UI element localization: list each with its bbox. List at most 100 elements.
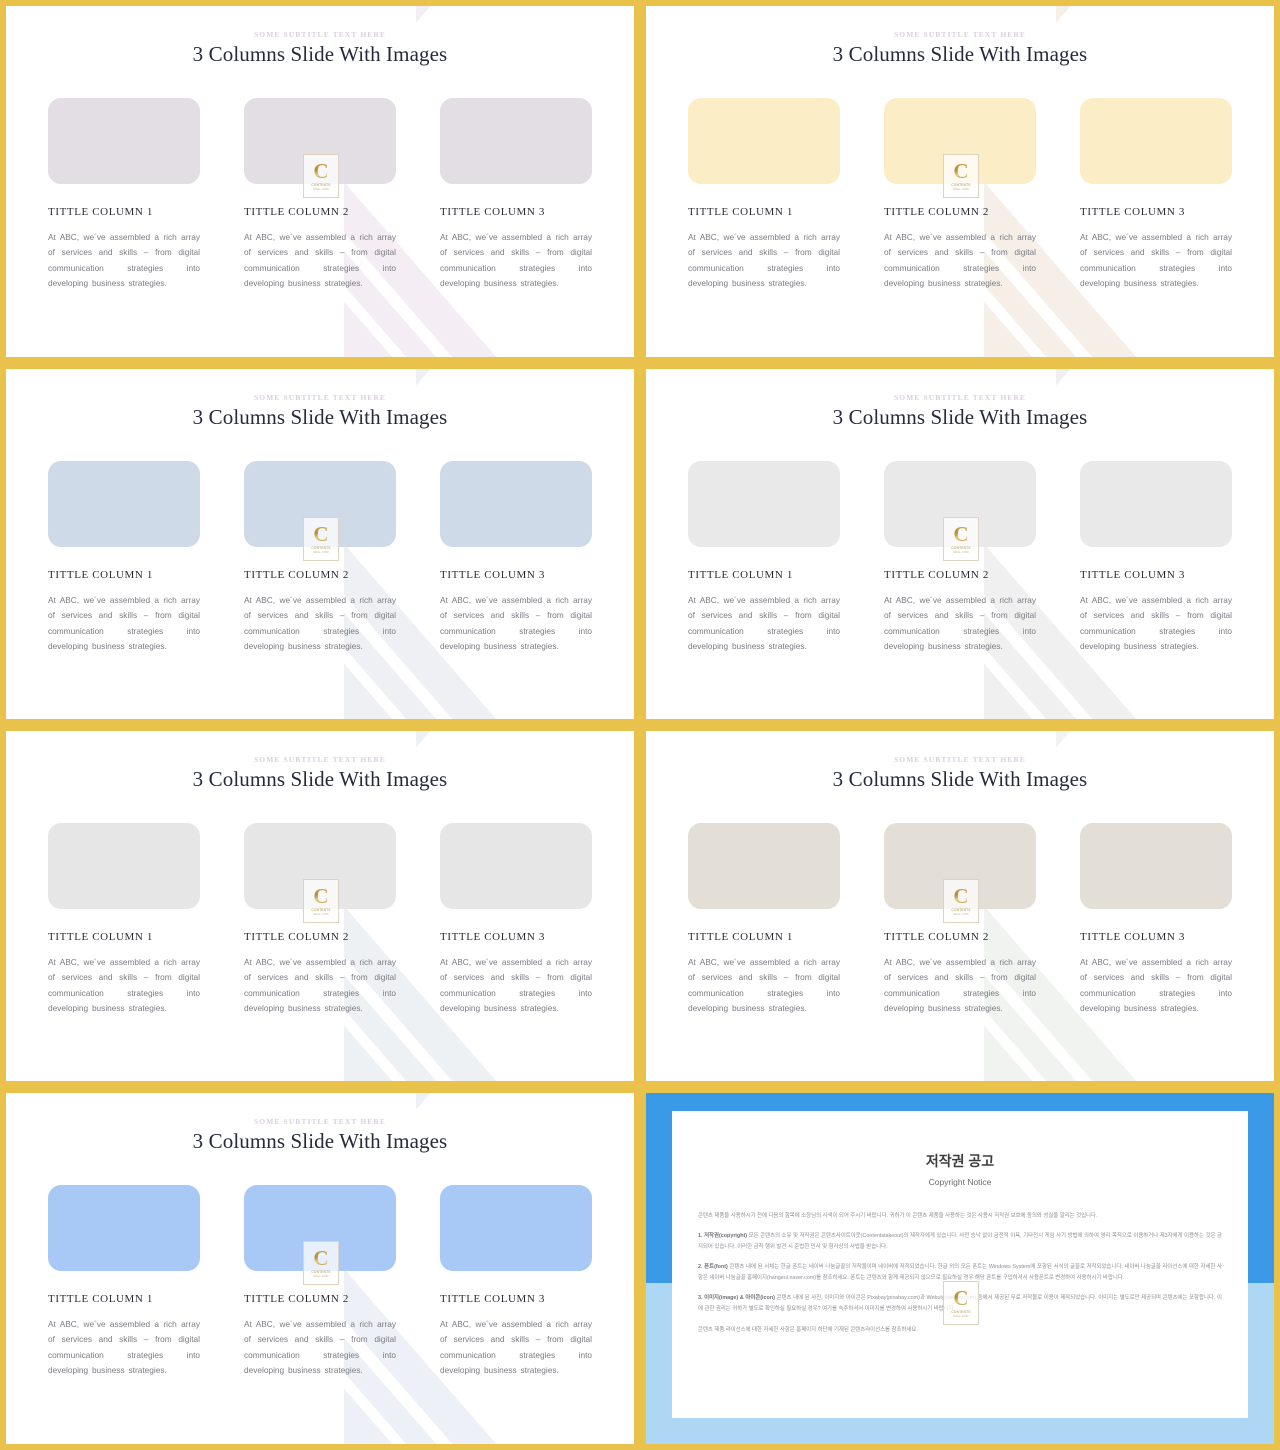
- slide-deck-grid: SOME SUBTITLE TEXT HERE 3 Columns Slide …: [0, 0, 1280, 1450]
- image-placeholder-2[interactable]: [244, 461, 396, 547]
- image-placeholder-3[interactable]: [1080, 98, 1232, 184]
- copyright-paragraph: 3. 이미지(image) & 아이콘(icon) 콘텐츠 내에 된 사진, 이…: [698, 1295, 1222, 1313]
- copyright-paragraph: 1. 저작권(copyright) 모든 콘텐츠의 소유 및 저작권은 콘텐츠사…: [698, 1233, 1222, 1251]
- copyright-notice-slide[interactable]: 저작권 공고 Copyright Notice 콘텐츠 제품을 사용하시기 전에…: [640, 1087, 1280, 1450]
- column-title-1: TITTLE COLUMN 1: [48, 569, 153, 581]
- column-body-2: At ABC, we´ve assembled a rich array of …: [244, 595, 396, 652]
- slide-title: 3 Columns Slide With Images: [832, 767, 1088, 791]
- slide-subtitle: SOME SUBTITLE TEXT HERE: [894, 30, 1026, 39]
- column-body-3: At ABC, we´ve assembled a rich array of …: [1080, 595, 1232, 652]
- column-1: TITTLE COLUMN 1 At ABC, we´ve assembled …: [688, 461, 840, 654]
- copyright-paragraph: 2. 폰트(font) 콘텐츠 내에 된 서체는 한글 폰트는 네이버 나눔글꼴…: [698, 1264, 1222, 1282]
- image-placeholder-1[interactable]: [48, 823, 200, 909]
- column-body-2: At ABC, we´ve assembled a rich array of …: [884, 957, 1036, 1014]
- slide-subtitle: SOME SUBTITLE TEXT HERE: [254, 1117, 386, 1126]
- column-title-2: TITTLE COLUMN 2: [884, 569, 989, 581]
- slide-subtitle: SOME SUBTITLE TEXT HERE: [894, 393, 1026, 402]
- column-body-2: At ABC, we´ve assembled a rich array of …: [884, 595, 1036, 652]
- slide-title: 3 Columns Slide With Images: [192, 405, 448, 429]
- column-1: TITTLE COLUMN 1 At ABC, we´ve assembled …: [48, 1185, 200, 1378]
- column-title-3: TITTLE COLUMN 3: [1080, 569, 1185, 581]
- slide-7[interactable]: SOME SUBTITLE TEXT HERE 3 Columns Slide …: [0, 1087, 640, 1450]
- column-1: TITTLE COLUMN 1 At ABC, we´ve assembled …: [688, 98, 840, 291]
- column-2: TITTLE COLUMN 2 At ABC, we´ve assembled …: [244, 461, 396, 654]
- column-body-1: At ABC, we´ve assembled a rich array of …: [688, 957, 840, 1014]
- image-placeholder-3[interactable]: [1080, 823, 1232, 909]
- image-placeholder-3[interactable]: [440, 98, 592, 184]
- column-3: TITTLE COLUMN 3 At ABC, we´ve assembled …: [440, 461, 592, 654]
- image-placeholder-3[interactable]: [440, 1185, 592, 1271]
- column-title-1: TITTLE COLUMN 1: [688, 206, 793, 218]
- slide-4[interactable]: SOME SUBTITLE TEXT HERE 3 Columns Slide …: [640, 363, 1280, 725]
- image-placeholder-1[interactable]: [688, 461, 840, 547]
- column-3: TITTLE COLUMN 3 At ABC, we´ve assembled …: [1080, 461, 1232, 654]
- column-3: TITTLE COLUMN 3 At ABC, we´ve assembled …: [440, 823, 592, 1016]
- image-placeholder-1[interactable]: [688, 98, 840, 184]
- slide-canvas: SOME SUBTITLE TEXT HERE 3 Columns Slide …: [646, 369, 1274, 719]
- image-placeholder-3[interactable]: [440, 823, 592, 909]
- slide-5[interactable]: SOME SUBTITLE TEXT HERE 3 Columns Slide …: [0, 725, 640, 1087]
- image-placeholder-2[interactable]: [884, 823, 1036, 909]
- image-placeholder-3[interactable]: [440, 461, 592, 547]
- column-body-1: At ABC, we´ve assembled a rich array of …: [48, 595, 200, 652]
- slide-subtitle: SOME SUBTITLE TEXT HERE: [894, 755, 1026, 764]
- column-body-1: At ABC, we´ve assembled a rich array of …: [688, 232, 840, 289]
- slide-subtitle: SOME SUBTITLE TEXT HERE: [254, 393, 386, 402]
- slide-6[interactable]: SOME SUBTITLE TEXT HERE 3 Columns Slide …: [640, 725, 1280, 1087]
- column-title-2: TITTLE COLUMN 2: [884, 931, 989, 943]
- slide-title: 3 Columns Slide With Images: [832, 405, 1088, 429]
- slide-canvas: SOME SUBTITLE TEXT HERE 3 Columns Slide …: [6, 369, 634, 719]
- column-3: TITTLE COLUMN 3 At ABC, we´ve assembled …: [440, 98, 592, 291]
- column-body-2: At ABC, we´ve assembled a rich array of …: [244, 957, 396, 1014]
- image-placeholder-1[interactable]: [48, 1185, 200, 1271]
- column-title-2: TITTLE COLUMN 2: [884, 206, 989, 218]
- image-placeholder-2[interactable]: [244, 1185, 396, 1271]
- image-placeholder-2[interactable]: [244, 98, 396, 184]
- image-placeholder-2[interactable]: [884, 461, 1036, 547]
- column-title-2: TITTLE COLUMN 2: [244, 206, 349, 218]
- slide-3[interactable]: SOME SUBTITLE TEXT HERE 3 Columns Slide …: [0, 363, 640, 725]
- column-title-1: TITTLE COLUMN 1: [688, 931, 793, 943]
- slide-1[interactable]: SOME SUBTITLE TEXT HERE 3 Columns Slide …: [0, 0, 640, 363]
- column-body-2: At ABC, we´ve assembled a rich array of …: [244, 232, 396, 289]
- column-2: TITTLE COLUMN 2 At ABC, we´ve assembled …: [884, 98, 1036, 291]
- column-title-3: TITTLE COLUMN 3: [440, 1293, 545, 1305]
- image-placeholder-2[interactable]: [244, 823, 396, 909]
- image-placeholder-1[interactable]: [48, 461, 200, 547]
- column-title-1: TITTLE COLUMN 1: [688, 569, 793, 581]
- column-1: TITTLE COLUMN 1 At ABC, we´ve assembled …: [688, 823, 840, 1016]
- column-title-3: TITTLE COLUMN 3: [1080, 931, 1185, 943]
- column-2: TITTLE COLUMN 2 At ABC, we´ve assembled …: [884, 461, 1036, 654]
- slide-canvas: SOME SUBTITLE TEXT HERE 3 Columns Slide …: [646, 731, 1274, 1081]
- column-2: TITTLE COLUMN 2 At ABC, we´ve assembled …: [244, 98, 396, 291]
- column-body-3: At ABC, we´ve assembled a rich array of …: [440, 595, 592, 652]
- column-2: TITTLE COLUMN 2 At ABC, we´ve assembled …: [884, 823, 1036, 1016]
- column-body-1: At ABC, we´ve assembled a rich array of …: [48, 1319, 200, 1376]
- column-1: TITTLE COLUMN 1 At ABC, we´ve assembled …: [48, 823, 200, 1016]
- image-placeholder-2[interactable]: [884, 98, 1036, 184]
- column-title-3: TITTLE COLUMN 3: [440, 569, 545, 581]
- column-body-3: At ABC, we´ve assembled a rich array of …: [1080, 957, 1232, 1014]
- column-title-3: TITTLE COLUMN 3: [440, 931, 545, 943]
- slide-subtitle: SOME SUBTITLE TEXT HERE: [254, 30, 386, 39]
- slide-2[interactable]: SOME SUBTITLE TEXT HERE 3 Columns Slide …: [640, 0, 1280, 363]
- column-body-3: At ABC, we´ve assembled a rich array of …: [440, 232, 592, 289]
- image-placeholder-3[interactable]: [1080, 461, 1232, 547]
- columns-container: TITTLE COLUMN 1 At ABC, we´ve assembled …: [688, 98, 1232, 291]
- slide-title: 3 Columns Slide With Images: [192, 1129, 448, 1153]
- copyright-paragraph: 콘텐츠 제품 라이선스에 대한 자세한 사항은 홈페이지 하단에 기재된 콘텐츠…: [698, 1326, 918, 1333]
- column-title-2: TITTLE COLUMN 2: [244, 569, 349, 581]
- column-body-1: At ABC, we´ve assembled a rich array of …: [688, 595, 840, 652]
- image-placeholder-1[interactable]: [688, 823, 840, 909]
- column-1: TITTLE COLUMN 1 At ABC, we´ve assembled …: [48, 98, 200, 291]
- columns-container: TITTLE COLUMN 1 At ABC, we´ve assembled …: [48, 1185, 592, 1378]
- columns-container: TITTLE COLUMN 1 At ABC, we´ve assembled …: [48, 461, 592, 654]
- image-placeholder-1[interactable]: [48, 98, 200, 184]
- slide-canvas: SOME SUBTITLE TEXT HERE 3 Columns Slide …: [6, 1093, 634, 1444]
- columns-container: TITTLE COLUMN 1 At ABC, we´ve assembled …: [48, 823, 592, 1016]
- column-title-2: TITTLE COLUMN 2: [244, 1293, 349, 1305]
- column-title-1: TITTLE COLUMN 1: [48, 1293, 153, 1305]
- column-2: TITTLE COLUMN 2 At ABC, we´ve assembled …: [244, 823, 396, 1016]
- copyright-paragraph: 콘텐츠 제품을 사용하시기 전에 다음의 항목에 소장님의 사색이 되어 주시기…: [698, 1213, 1098, 1219]
- columns-container: TITTLE COLUMN 1 At ABC, we´ve assembled …: [48, 98, 592, 291]
